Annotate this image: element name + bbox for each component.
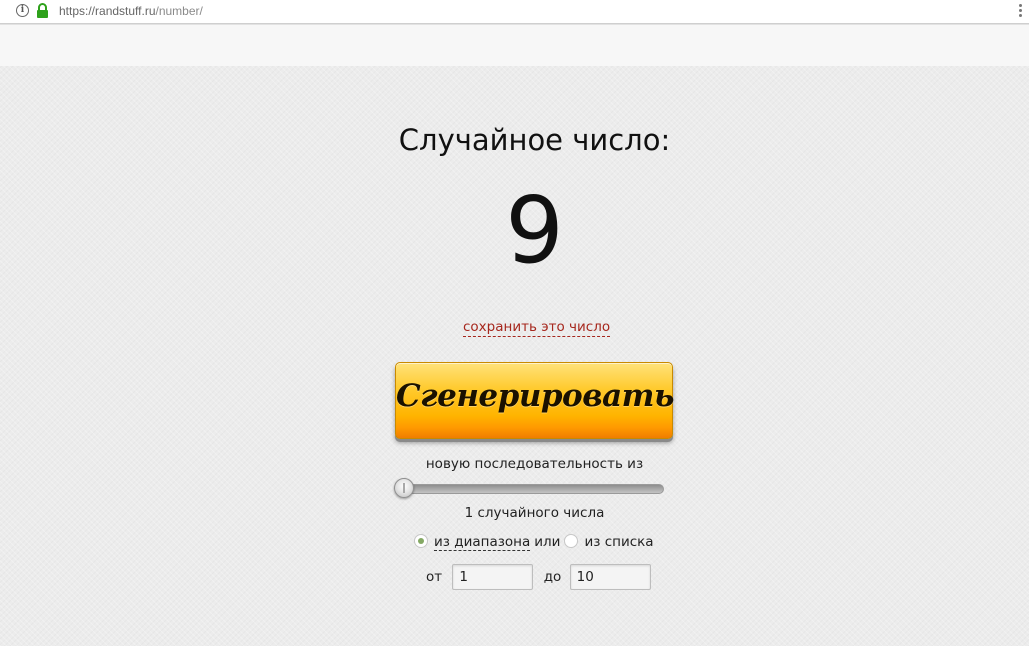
list-mode-label[interactable]: из списка — [584, 534, 653, 550]
range-mode-label[interactable]: из диапазона — [434, 534, 531, 551]
count-slider-track[interactable] — [396, 484, 664, 494]
count-slider-handle[interactable] — [394, 478, 414, 498]
to-input[interactable] — [569, 564, 651, 590]
range-inputs: от до — [426, 564, 651, 590]
generate-button[interactable]: Сгенерировать — [395, 362, 674, 439]
from-input[interactable] — [452, 564, 534, 590]
sequence-label: новую последовательность из — [425, 456, 644, 472]
url-path: /number/ — [155, 4, 203, 18]
toolbar-strip — [0, 24, 1029, 66]
url-host: https://randstuff.ru — [59, 4, 156, 18]
info-icon[interactable]: i — [16, 4, 29, 17]
mode-selector: из диапазона или из списка — [414, 532, 654, 552]
list-mode-radio[interactable] — [564, 534, 579, 548]
lock-icon — [37, 3, 48, 18]
save-number-link[interactable]: сохранить это число — [463, 318, 611, 337]
url-field[interactable]: https://randstuff.ru/number/ — [59, 3, 203, 19]
mode-or-text: или — [534, 534, 561, 550]
random-number-result: 9 — [505, 177, 564, 284]
menu-dots-icon[interactable] — [1019, 4, 1023, 18]
count-label: 1 случайного числа — [464, 505, 605, 521]
page-content: Случайное число: 9 сохранить это число С… — [0, 66, 1029, 646]
to-label: до — [543, 569, 562, 585]
page-title: Случайное число: — [398, 123, 671, 157]
range-mode-radio[interactable] — [414, 534, 428, 548]
generate-button-label: Сгенерировать — [396, 378, 674, 414]
address-bar: i https://randstuff.ru/number/ — [0, 0, 1029, 24]
from-label: от — [426, 569, 443, 585]
